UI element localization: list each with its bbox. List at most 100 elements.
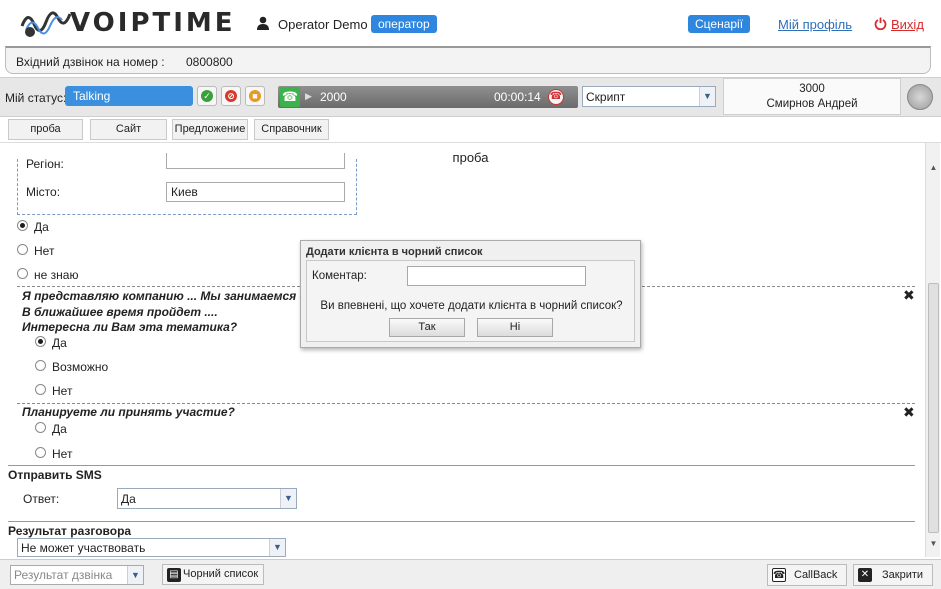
close-button[interactable]: ✕ Закрити bbox=[853, 564, 933, 586]
sms-section-title: Отправить SMS bbox=[8, 468, 102, 482]
radio-no[interactable] bbox=[17, 244, 28, 255]
remove-question-icon[interactable]: ✖ bbox=[903, 404, 915, 421]
active-call-panel: ☎ ▶ 2000 00:00:14 ☎ bbox=[278, 86, 578, 108]
script-select-value: Скрипт bbox=[586, 90, 626, 104]
break-status-button[interactable]: ⊘ bbox=[221, 86, 241, 106]
radio-label: Да bbox=[34, 220, 49, 234]
divider bbox=[8, 521, 915, 522]
dialog-question: Ви впевнені, що хочете додати клієнта в … bbox=[320, 300, 623, 312]
region-label: Регіон: bbox=[26, 157, 64, 171]
logout-link[interactable]: Вихід bbox=[891, 17, 924, 32]
profile-link[interactable]: Мій профіль bbox=[778, 17, 852, 32]
scroll-down-icon[interactable]: ▼ bbox=[926, 539, 941, 553]
script-select[interactable]: Скрипт ▼ bbox=[582, 86, 716, 107]
user-icon bbox=[257, 16, 269, 30]
ready-status-button[interactable]: ✓ bbox=[197, 86, 217, 106]
status-label: Мій статус: bbox=[5, 91, 67, 105]
radio-label: Нет bbox=[52, 447, 73, 461]
divider bbox=[17, 403, 915, 404]
chevron-down-icon[interactable]: ▼ bbox=[127, 566, 143, 584]
callback-label: CallBack bbox=[794, 569, 838, 581]
dialog-title: Додати клієнта в чорний список bbox=[306, 246, 483, 258]
agent-info: 3000 Смирнов Андрей bbox=[723, 78, 901, 115]
comment-label: Коментар: bbox=[312, 270, 367, 282]
callback-button[interactable]: ☎ CallBack bbox=[767, 564, 847, 586]
pause-icon: ■ bbox=[249, 90, 261, 102]
chevron-down-icon[interactable]: ▼ bbox=[280, 489, 296, 508]
power-icon[interactable] bbox=[874, 17, 887, 30]
role-badge: оператор bbox=[371, 15, 437, 33]
call-result-placeholder: Результат дзвінка bbox=[14, 568, 113, 582]
radio-no[interactable] bbox=[35, 447, 46, 458]
bottom-toolbar: Результат дзвінка ▼ ▤ Чорний список ☎ Ca… bbox=[0, 559, 941, 589]
call-result-select[interactable]: Результат дзвінка ▼ bbox=[10, 565, 144, 585]
vertical-scrollbar[interactable]: ▲ ▼ bbox=[925, 143, 940, 557]
radio-no[interactable] bbox=[35, 384, 46, 395]
radio-maybe[interactable] bbox=[35, 360, 46, 371]
scenarios-button[interactable]: Сценарії bbox=[688, 15, 751, 33]
scroll-up-icon[interactable]: ▲ bbox=[926, 163, 941, 177]
radio-label: Нет bbox=[34, 244, 55, 258]
agent-name: Смирнов Андрей bbox=[766, 98, 858, 110]
incoming-call-label: Вхідний дзвінок на номер : bbox=[16, 55, 165, 69]
question-interest: Интересна ли Вам эта тематика? bbox=[22, 320, 238, 334]
radio-yes[interactable] bbox=[17, 220, 28, 231]
blacklist-label: Чорний список bbox=[183, 568, 259, 580]
radio-dont-know[interactable] bbox=[17, 268, 28, 279]
remove-question-icon[interactable]: ✖ bbox=[903, 287, 915, 304]
comment-input[interactable] bbox=[407, 266, 586, 286]
blacklist-dialog: Додати клієнта в чорний список Коментар:… bbox=[300, 240, 641, 348]
clock-icon[interactable] bbox=[907, 84, 933, 110]
scroll-thumb[interactable] bbox=[928, 283, 939, 533]
logo-wave-icon bbox=[20, 11, 72, 37]
logo-text: VOIPTIME bbox=[70, 8, 236, 38]
answer-select-value: Да bbox=[121, 492, 136, 506]
city-label: Місто: bbox=[26, 185, 61, 199]
region-input[interactable] bbox=[166, 153, 345, 169]
tab-reference[interactable]: Справочник bbox=[254, 119, 329, 140]
incoming-call-bar: Вхідний дзвінок на номер : 0800800 bbox=[5, 46, 931, 74]
answer-label: Ответ: bbox=[23, 492, 60, 506]
agent-extension: 3000 bbox=[799, 83, 825, 95]
close-icon: ✕ bbox=[858, 568, 872, 582]
result-section-title: Результат разговора bbox=[8, 524, 132, 538]
incoming-call-number: 0800800 bbox=[186, 55, 233, 69]
radio-yes[interactable] bbox=[35, 422, 46, 433]
question-intro-2: В ближайшее время пройдет .... bbox=[22, 305, 218, 319]
check-icon: ✓ bbox=[201, 90, 213, 102]
call-timer: 00:00:14 bbox=[494, 90, 541, 104]
confirm-yes-button[interactable]: Так bbox=[389, 318, 465, 337]
tab-offer[interactable]: Предложение bbox=[172, 119, 248, 140]
radio-label: не знаю bbox=[34, 268, 79, 282]
script-content: проба Регіон: Місто: Киев Да Нет не знаю… bbox=[0, 142, 941, 558]
dialog-body: Коментар: Ви впевнені, що хочете додати … bbox=[306, 260, 635, 342]
confirm-no-button[interactable]: Ні bbox=[477, 318, 553, 337]
callback-phone-icon: ☎ bbox=[772, 568, 786, 582]
radio-label: Да bbox=[52, 336, 67, 350]
call-number: 2000 bbox=[320, 90, 347, 104]
answer-select[interactable]: Да ▼ bbox=[117, 488, 297, 509]
tab-site[interactable]: Сайт bbox=[90, 119, 167, 140]
lunch-status-button[interactable]: ■ bbox=[245, 86, 265, 106]
blacklist-button[interactable]: ▤ Чорний список bbox=[162, 564, 264, 585]
chevron-down-icon[interactable]: ▼ bbox=[269, 539, 285, 556]
city-input[interactable]: Киев bbox=[166, 182, 345, 202]
result-select-value: Не может участвовать bbox=[21, 541, 146, 555]
tab-proba[interactable]: проба bbox=[8, 119, 83, 140]
result-select[interactable]: Не может участвовать ▼ bbox=[17, 538, 286, 557]
phone-keypad-icon[interactable]: ☎ bbox=[280, 87, 300, 107]
hangup-icon[interactable]: ☎ bbox=[548, 89, 564, 105]
close-label: Закрити bbox=[882, 569, 924, 581]
radio-label: Нет bbox=[52, 384, 73, 398]
question-participation: Планируете ли принять участие? bbox=[22, 405, 235, 419]
chevron-down-icon[interactable]: ▼ bbox=[699, 87, 715, 106]
user-name: Operator Demo bbox=[278, 17, 368, 32]
status-select[interactable]: Talking bbox=[65, 86, 193, 106]
question-intro: Я представляю компанию ... Мы занимаемся… bbox=[22, 289, 315, 303]
play-arrow-icon: ▶ bbox=[305, 91, 312, 101]
radio-label: Да bbox=[52, 422, 67, 436]
address-group: Регіон: Місто: Киев bbox=[17, 153, 357, 215]
blacklist-icon: ▤ bbox=[167, 568, 181, 582]
radio-yes[interactable] bbox=[35, 336, 46, 347]
stop-icon: ⊘ bbox=[225, 90, 237, 102]
